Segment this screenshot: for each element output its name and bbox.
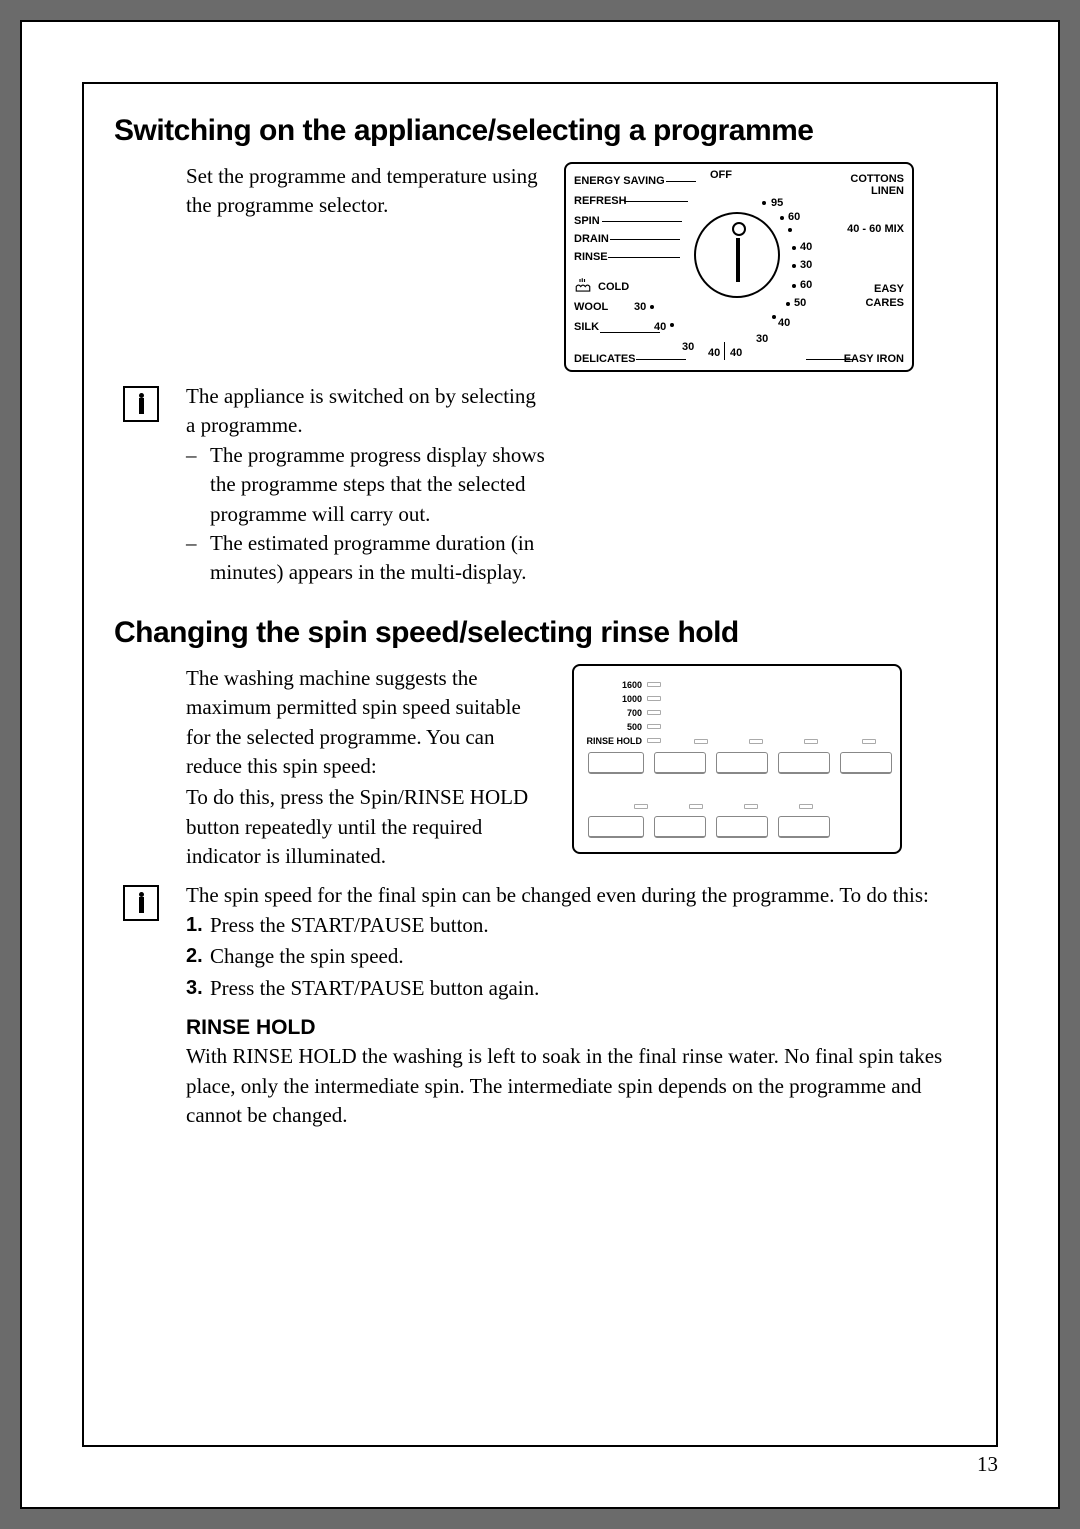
panel-button	[840, 752, 892, 774]
panel-button	[654, 816, 706, 838]
row-spin-intro: The washing machine suggests the maximum…	[114, 664, 956, 872]
dial-temp-30b: 30	[756, 334, 768, 345]
heading-switching-on: Switching on the appliance/selecting a p…	[114, 114, 956, 148]
row-info1: The appliance is switched on by se­lecti…	[114, 382, 956, 588]
spin-700: 700	[586, 708, 642, 718]
section-switching-on: Switching on the appliance/selecting a p…	[114, 114, 956, 588]
row-intro: Set the programme and tempera­ture using…	[114, 162, 956, 372]
dial-off: OFF	[710, 170, 732, 181]
info-icon	[123, 386, 159, 422]
dial-knob	[694, 212, 780, 298]
info-icon	[123, 885, 159, 921]
dial-temp-95: 95	[771, 198, 783, 209]
panel-button	[588, 816, 644, 838]
dial-label-rinse: RINSE	[574, 252, 608, 263]
spin-500: 500	[586, 722, 642, 732]
step-item: 3.Press the START/PAUSE button again.	[186, 974, 956, 1003]
dial-temp-40c: 40	[654, 322, 666, 333]
spin-1000: 1000	[586, 694, 642, 704]
page-number: 13	[977, 1452, 998, 1477]
panel-button	[778, 816, 830, 838]
step-text: Press the START/PAUSE button.	[210, 913, 489, 937]
panel-button	[716, 816, 768, 838]
dial-label-energy-saving: ENERGY SAVING	[574, 176, 665, 187]
dial-label-cottons: COTTONS	[850, 174, 904, 185]
led-indicator	[689, 804, 703, 809]
spin-1600: 1600	[586, 680, 642, 690]
led-indicator	[744, 804, 758, 809]
dial-label-delicates: DELICATES	[574, 354, 636, 365]
led-indicator	[647, 738, 661, 743]
led-indicator	[647, 710, 661, 715]
dial-label-silk: SILK	[574, 322, 599, 333]
dial-label-easy: EASY	[874, 284, 904, 295]
handwash-icon	[574, 276, 592, 294]
dial-temp-30d: 30	[682, 342, 694, 353]
rinse-hold-text: With RINSE HOLD the washing is left to s…	[186, 1042, 956, 1130]
led-indicator	[799, 804, 813, 809]
spin-para-2: To do this, press the Spin/RINSE HOLD bu…	[186, 783, 546, 871]
intro-text: Set the programme and tempera­ture using…	[186, 162, 546, 221]
panel-button	[716, 752, 768, 774]
heading-spin-speed: Changing the spin speed/selecting rinse …	[114, 616, 956, 650]
led-indicator	[647, 724, 661, 729]
spin-rinse-hold: RINSE HOLD	[586, 736, 642, 746]
led-indicator	[647, 696, 661, 701]
dial-label-cares: CARES	[865, 298, 904, 309]
dial-temp-40d: 40	[708, 348, 720, 359]
dial-label-wool: WOOL	[574, 302, 608, 313]
content-frame: Switching on the appliance/selecting a p…	[82, 82, 998, 1447]
page: Switching on the appliance/selecting a p…	[20, 20, 1060, 1509]
led-indicator	[647, 682, 661, 687]
row-info2: The spin speed for the final spin can be…	[114, 881, 956, 1130]
dial-temp-50: 50	[794, 298, 806, 309]
dial-temp-40e: 40	[730, 348, 742, 359]
led-indicator	[862, 739, 876, 744]
led-indicator	[749, 739, 763, 744]
programme-dial-figure: OFF ENERGY SAVING REFRESH SPIN DRAIN RIN…	[564, 162, 914, 372]
rinse-hold-subheading: RINSE HOLD	[186, 1013, 956, 1042]
panel-button	[654, 752, 706, 774]
control-panel-figure: 1600 1000 700 500 RINSE HOLD	[572, 664, 902, 854]
dial-temp-30c: 30	[634, 302, 646, 313]
panel-button	[588, 752, 644, 774]
step-text: Press the START/PAUSE button again.	[210, 976, 539, 1000]
dial-label-linen: LINEN	[871, 186, 904, 197]
led-indicator	[804, 739, 818, 744]
dial-temp-30a: 30	[800, 260, 812, 271]
info-text-1: The appliance is switched on by se­lecti…	[186, 382, 546, 441]
led-indicator	[694, 739, 708, 744]
panel-button	[778, 752, 830, 774]
section-spin-speed: Changing the spin speed/selecting rinse …	[114, 616, 956, 1131]
step-item: 1.Press the START/PAUSE button.	[186, 911, 956, 940]
dial-temp-40b: 40	[778, 318, 790, 329]
led-indicator	[634, 804, 648, 809]
dial-label-cold: COLD	[598, 282, 629, 293]
step-item: 2.Change the spin speed.	[186, 942, 956, 971]
bullet-item: The estimated programme dura­tion (in mi…	[186, 529, 546, 588]
dial-label-spin: SPIN	[574, 216, 600, 227]
bullet-item: The programme progress display shows the…	[186, 441, 546, 529]
dial-temp-60a: 60	[788, 212, 800, 223]
info-text-2: The spin speed for the final spin can be…	[186, 881, 956, 910]
dial-temp-40a: 40	[800, 242, 812, 253]
step-text: Change the spin speed.	[210, 944, 404, 968]
spin-para-1: The washing machine suggests the maximum…	[186, 664, 546, 782]
dial-label-mix: 40 - 60 MIX	[847, 224, 904, 235]
dial-label-drain: DRAIN	[574, 234, 609, 245]
dial-temp-60b: 60	[800, 280, 812, 291]
dial-label-refresh: REFRESH	[574, 196, 627, 207]
